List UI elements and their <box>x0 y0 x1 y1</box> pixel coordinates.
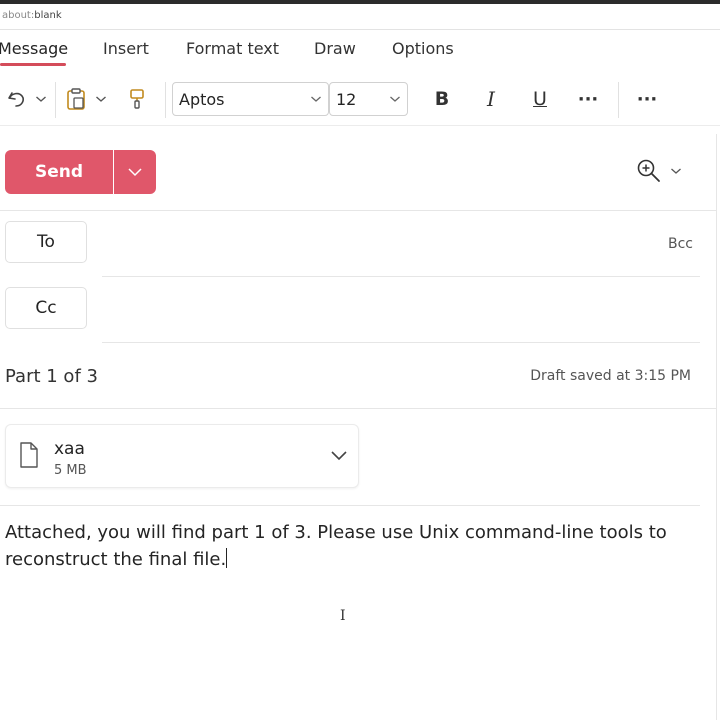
chevron-down-icon <box>96 96 106 102</box>
cc-button[interactable]: Cc <box>5 287 87 329</box>
undo-icon <box>8 92 24 107</box>
chevron-down-icon <box>311 96 321 102</box>
attachment-size: 5 MB <box>54 463 87 478</box>
to-field-underline <box>102 276 700 277</box>
chevron-down-icon <box>671 168 681 174</box>
toolbar-divider <box>618 82 619 118</box>
chevron-down-icon[interactable] <box>330 449 348 461</box>
tab-options[interactable]: Options <box>392 39 454 58</box>
tab-message[interactable]: Message <box>0 39 68 58</box>
bold-button[interactable]: B <box>428 84 456 114</box>
send-options-button[interactable] <box>114 150 156 194</box>
address-text[interactable]: about:blank <box>2 10 62 21</box>
italic-button[interactable]: I <box>477 84 505 114</box>
zoom-button[interactable] <box>636 156 688 186</box>
undo-button[interactable] <box>4 84 30 114</box>
format-painter-icon <box>130 89 144 109</box>
tab-draw[interactable]: Draw <box>314 39 356 58</box>
file-icon <box>20 442 38 468</box>
font-size-select[interactable]: 12 <box>329 82 408 116</box>
attachment-card[interactable]: xaa 5 MB <box>5 424 359 488</box>
font-family-select[interactable]: Aptos <box>172 82 329 116</box>
undo-dropdown[interactable] <box>33 84 49 114</box>
more-formatting-button[interactable]: ··· <box>574 84 602 114</box>
message-body-text: Attached, you will find part 1 of 3. Ple… <box>5 522 667 570</box>
bcc-button[interactable]: Bcc <box>668 236 693 252</box>
chevron-down-icon <box>128 168 142 177</box>
active-tab-indicator <box>0 63 66 66</box>
underline-button[interactable]: U <box>526 84 554 114</box>
paste-dropdown[interactable] <box>93 84 109 114</box>
send-button[interactable]: Send <box>5 150 113 194</box>
paste-button[interactable] <box>63 84 89 114</box>
mouse-cursor: I <box>340 608 346 624</box>
ribbon-tabs: Message Insert Format text Draw Options <box>0 30 720 70</box>
clipboard-icon <box>67 88 85 110</box>
format-painter-button[interactable] <box>124 84 150 114</box>
address-bar[interactable]: about:blank <box>0 4 720 30</box>
to-button[interactable]: To <box>5 221 87 263</box>
tab-format-text[interactable]: Format text <box>186 39 279 58</box>
text-caret <box>226 548 228 568</box>
ribbon-toolbar: Aptos 12 B I U ··· ··· <box>0 72 720 126</box>
attachment-divider <box>0 505 700 506</box>
chevron-down-icon <box>36 96 46 102</box>
subject-field[interactable]: Part 1 of 3 <box>5 366 98 387</box>
tab-insert[interactable]: Insert <box>103 39 149 58</box>
font-size-value: 12 <box>336 90 357 109</box>
toolbar-divider <box>165 82 166 118</box>
compose-pane-edge <box>716 134 717 720</box>
header-divider <box>0 210 716 211</box>
toolbar-divider <box>55 82 56 118</box>
message-body[interactable]: Attached, you will find part 1 of 3. Ple… <box>5 519 705 573</box>
zoom-in-icon <box>637 159 660 182</box>
overflow-menu-button[interactable]: ··· <box>633 84 661 114</box>
url-scheme: about: <box>2 10 35 21</box>
subject-divider <box>0 408 716 409</box>
attachment-name: xaa <box>54 439 85 459</box>
font-family-value: Aptos <box>179 90 225 109</box>
cc-field-underline <box>102 342 700 343</box>
chevron-down-icon <box>390 96 400 102</box>
draft-status: Draft saved at 3:15 PM <box>530 368 691 384</box>
url-path: blank <box>34 10 62 21</box>
